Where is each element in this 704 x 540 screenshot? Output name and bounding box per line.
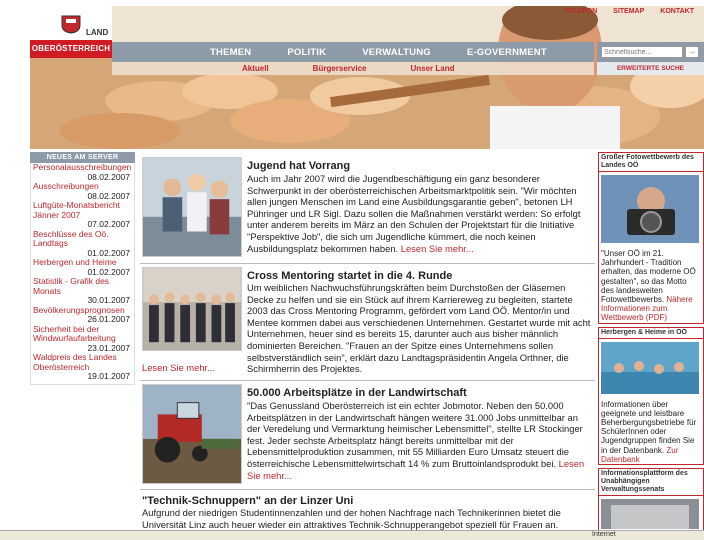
list-item: Herbergen und Heime 01.02.2007 (31, 257, 134, 277)
box-heading: Großer Fotowettbewerb des Landes OÖ (599, 153, 703, 172)
box-text: Informationen über geeignete und leistba… (599, 400, 703, 464)
list-item: Ausschreibungen 08.02.2007 (31, 181, 134, 201)
list-item: Statistik - Grafik des Monats 30.01.2007 (31, 276, 134, 306)
news-link[interactable]: Beschlüsse des Oö. Landtags (33, 229, 132, 249)
search-input[interactable] (601, 46, 683, 58)
news-link[interactable]: Luftgüte-Monatsbericht Jänner 2007 (33, 200, 132, 220)
read-more-link[interactable]: Lesen Sie mehr... (142, 362, 215, 373)
logo-land-text: LAND (86, 28, 109, 37)
article-text: "Das Genussland Oberösterreich ist ein e… (247, 400, 583, 469)
article-text: Aufgrund der niedrigen Studentinnenzahle… (142, 507, 561, 530)
subnav-buergerservice[interactable]: Bürgerservice (313, 64, 367, 73)
list-item: Waldpreis des Landes Oberösterreich 19.01… (31, 352, 134, 382)
promo-sidebar: Großer Fotowettbewerb des Landes OÖ "Uns… (598, 152, 704, 539)
hostels-box: Herbergen & Heime in OÖ Informationen üb… (598, 326, 704, 466)
news-sidebar: NEUES AM SERVER Personalausschreibungen 0… (30, 152, 135, 385)
main-nav: THEMEN POLITIK VERWALTUNG E-GOVERNMENT (112, 42, 594, 62)
search-go-button[interactable]: → (685, 46, 699, 58)
tractor-photo[interactable] (142, 384, 242, 484)
article-body: Um weiblichen Nachwuchsführungskräften b… (247, 282, 593, 375)
mentoring-photo[interactable] (142, 267, 242, 351)
list-item: Personalausschreibungen 08.02.2007 (31, 162, 134, 182)
list-item: Bevölkerungsprognosen 26.01.2007 (31, 305, 134, 325)
nav-e-government[interactable]: E-GOVERNMENT (467, 47, 547, 58)
toplink-sitemap[interactable]: SITEMAP (613, 8, 644, 15)
article-more: Lesen Sie mehr... (142, 362, 488, 374)
box-heading: Informationsplattform des Unabhängigen V… (599, 469, 703, 497)
article-text: Auch im Jahr 2007 wird die Jugendbeschäf… (247, 173, 581, 254)
search-area: → (597, 42, 704, 62)
advanced-search-link[interactable]: ERWEITERTE SUCHE (597, 62, 704, 75)
box-heading: Herbergen & Heime in OÖ (599, 327, 703, 339)
subnav-unser-land[interactable]: Unser Land (410, 64, 454, 73)
article-body: "Das Genussland Oberösterreich ist ein e… (247, 400, 593, 481)
article-body: Auch im Jahr 2007 wird die Jugendbeschäf… (247, 173, 593, 254)
nav-themen[interactable]: THEMEN (210, 47, 251, 58)
news-link[interactable]: Statistik - Grafik des Monats (33, 276, 132, 296)
browser-status-bar: Internet (0, 530, 704, 540)
article-text: Um weiblichen Nachwuchsführungskräften b… (247, 282, 591, 375)
top-links: TELEFON SITEMAP KONTAKT (565, 8, 695, 15)
news-date: 19.01.2007 (87, 371, 130, 381)
divider (140, 380, 595, 381)
nav-verwaltung[interactable]: VERWALTUNG (362, 47, 431, 58)
article-title[interactable]: "Technik-Schnuppern" an der Linzer Uni (142, 495, 353, 507)
news-link[interactable]: Sicherheit bei der Windwurfaufarbeitung (33, 324, 132, 344)
logo[interactable]: LAND OBERÖSTERREICH (30, 6, 112, 58)
photo-contest-box: Großer Fotowettbewerb des Landes OÖ "Uns… (598, 152, 704, 324)
article-title[interactable]: Cross Mentoring startet in die 4. Runde (247, 270, 452, 282)
toplink-kontakt[interactable]: KONTAKT (660, 8, 694, 15)
camera-photo[interactable] (601, 175, 699, 243)
youth-photo[interactable] (142, 157, 242, 257)
sub-nav: Aktuell Bürgerservice Unser Land (112, 62, 594, 75)
list-item: Beschlüsse des Oö. Landtags 01.02.2007 (31, 229, 134, 259)
pool-photo[interactable] (601, 341, 699, 394)
header-banner: LAND OBERÖSTERREICH TELEFON SITEMAP KONT… (30, 6, 704, 149)
divider (140, 263, 595, 264)
list-item: Sicherheit bei der Windwurfaufarbeitung 2… (31, 324, 134, 354)
list-item: Luftgüte-Monatsbericht Jänner 2007 07.02.… (31, 200, 134, 230)
crest-icon (61, 15, 81, 34)
nav-politik[interactable]: POLITIK (287, 47, 326, 58)
box-description: Informationen über geeignete und leistba… (601, 399, 697, 455)
divider (140, 489, 595, 490)
toplink-telefon[interactable]: TELEFON (565, 8, 598, 15)
security-zone: Internet (592, 531, 616, 538)
box-text: "Unser OÖ im 21. Jahrhundert - Tradition… (599, 249, 703, 323)
news-link[interactable]: Waldpreis des Landes Oberösterreich (33, 352, 132, 372)
article-title[interactable]: 50.000 Arbeitsplätze in der Landwirtscha… (247, 387, 467, 399)
building-photo[interactable] (601, 499, 699, 530)
subnav-aktuell[interactable]: Aktuell (242, 64, 269, 73)
article-title[interactable]: Jugend hat Vorrang (247, 160, 350, 172)
article-body: Aufgrund der niedrigen Studentinnenzahle… (142, 507, 593, 530)
read-more-link[interactable]: Lesen Sie mehr... (401, 243, 474, 254)
uvs-box: Informationsplattform des Unabhängigen V… (598, 468, 704, 537)
bakery-hero-image (30, 6, 704, 149)
logo-region-text: OBERÖSTERREICH (30, 40, 112, 58)
